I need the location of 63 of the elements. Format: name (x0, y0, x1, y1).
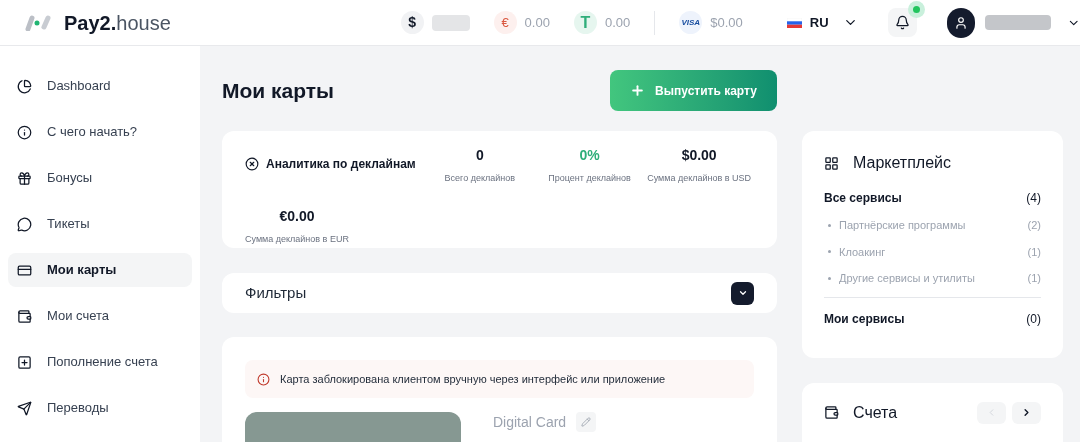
bullet-icon (828, 223, 831, 227)
plus-icon (630, 83, 646, 98)
currency-icon: € (493, 11, 517, 34)
filters-title: Фильтры (245, 282, 307, 303)
menu-icon (17, 262, 32, 278)
menu-icon (17, 308, 32, 324)
balance-amount: 0.00 (524, 13, 550, 32)
bullet-icon (828, 250, 831, 254)
sidebar-item[interactable]: С чего начать? (8, 115, 192, 149)
balance-amount: $0.00 (710, 13, 743, 32)
stat-label: Всего деклайнов (444, 172, 516, 185)
menu-icon (17, 170, 32, 186)
language-selector[interactable]: RU (786, 12, 858, 33)
balance-amount: 0.00 (604, 13, 631, 32)
service-group[interactable]: Все сервисы (4) (824, 189, 1041, 207)
user-icon (953, 15, 968, 30)
bell-icon (894, 15, 910, 30)
next-button[interactable] (1012, 401, 1041, 424)
sidebar-item[interactable]: Пополнение счета (8, 345, 192, 379)
sidebar-item[interactable]: Dashboard (8, 69, 192, 103)
menu-icon (17, 216, 32, 232)
alert-text: Карта заблокирована клиентом вручную через интерфейс или приложение (280, 371, 666, 387)
sidebar-item[interactable]: Тикеты (8, 207, 192, 241)
stat-value: $0.00 (681, 146, 717, 165)
service-group[interactable]: Мои сервисы (0) (824, 309, 1041, 328)
notifications-button[interactable] (887, 8, 917, 37)
logo-icon (22, 14, 52, 31)
currency-icon: $ (400, 11, 424, 34)
issue-card-button[interactable]: Выпустить карту (610, 70, 777, 111)
sidebar-item[interactable]: Бонусы (8, 161, 192, 195)
menu-icon (17, 124, 32, 140)
sidebar-item[interactable]: Мои счета (8, 299, 192, 333)
grid-icon (824, 155, 839, 171)
close-circle-icon (245, 157, 259, 171)
accounts-title: Счета (853, 402, 899, 423)
stat-value: 0% (579, 146, 600, 165)
hidden-balance (431, 14, 470, 31)
page-title: Мои карты (222, 77, 335, 104)
flag-icon (786, 17, 802, 28)
marketplace-title: Маркетплейс (853, 153, 951, 173)
stat-value: 0 (475, 146, 484, 165)
bullet-icon (828, 276, 831, 280)
analytics-title: Аналитика по деклайнам (266, 156, 416, 173)
menu-icon (17, 354, 32, 370)
card-name: Digital Card (493, 413, 567, 432)
hidden-username (985, 15, 1051, 30)
chevron-right-icon (1021, 407, 1032, 418)
sidebar-item[interactable]: Мои карты (8, 253, 192, 287)
expand-button[interactable] (731, 281, 754, 305)
logo-text: Pay2.house (64, 10, 171, 36)
wallet-icon (824, 405, 839, 420)
alert-icon (257, 372, 270, 386)
stat-label: Сумма деклайнов в USD (647, 172, 752, 185)
currency-icon: T (573, 11, 597, 34)
avatar-button[interactable] (946, 7, 976, 38)
stat-label: Сумма деклайнов в EUR (245, 232, 349, 246)
pencil-icon (581, 417, 592, 427)
sidebar-item[interactable]: Переводы (8, 391, 192, 425)
stat-value: €0.00 (279, 206, 315, 226)
stat-label: Процент деклайнов (548, 172, 631, 185)
menu-icon (17, 78, 32, 94)
card-logo-icon: VISA (679, 11, 703, 34)
menu-icon (17, 400, 32, 416)
